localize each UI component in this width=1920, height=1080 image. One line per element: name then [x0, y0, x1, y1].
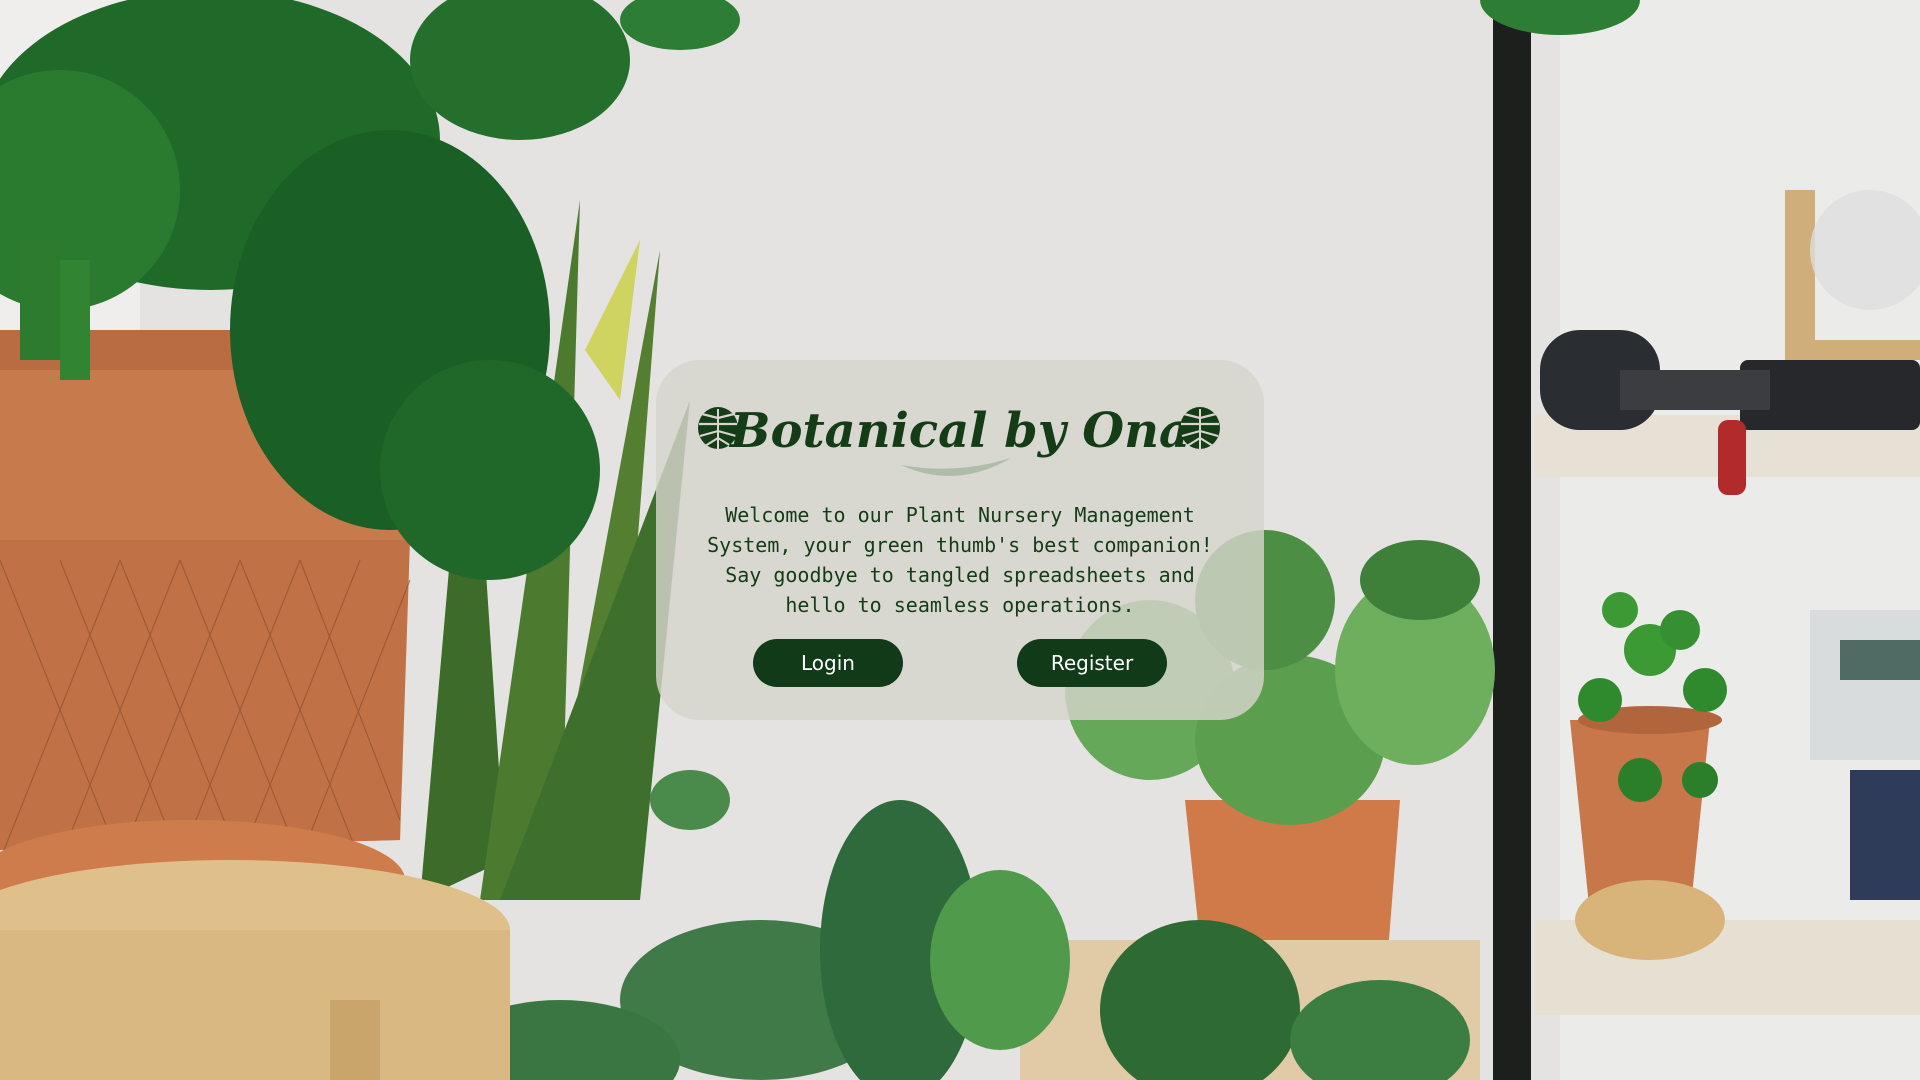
- welcome-text: Welcome to our Plant Nursery Management …: [707, 503, 1213, 617]
- title-swoosh-decoration: [901, 458, 1011, 476]
- login-button[interactable]: Login: [753, 639, 903, 687]
- register-button[interactable]: Register: [1017, 639, 1167, 687]
- welcome-card: Botanical by Ona Welcome to our Plant Nu…: [656, 360, 1264, 720]
- monstera-leaf-icon: [1180, 407, 1220, 450]
- title-row: Botanical by Ona: [656, 398, 1264, 476]
